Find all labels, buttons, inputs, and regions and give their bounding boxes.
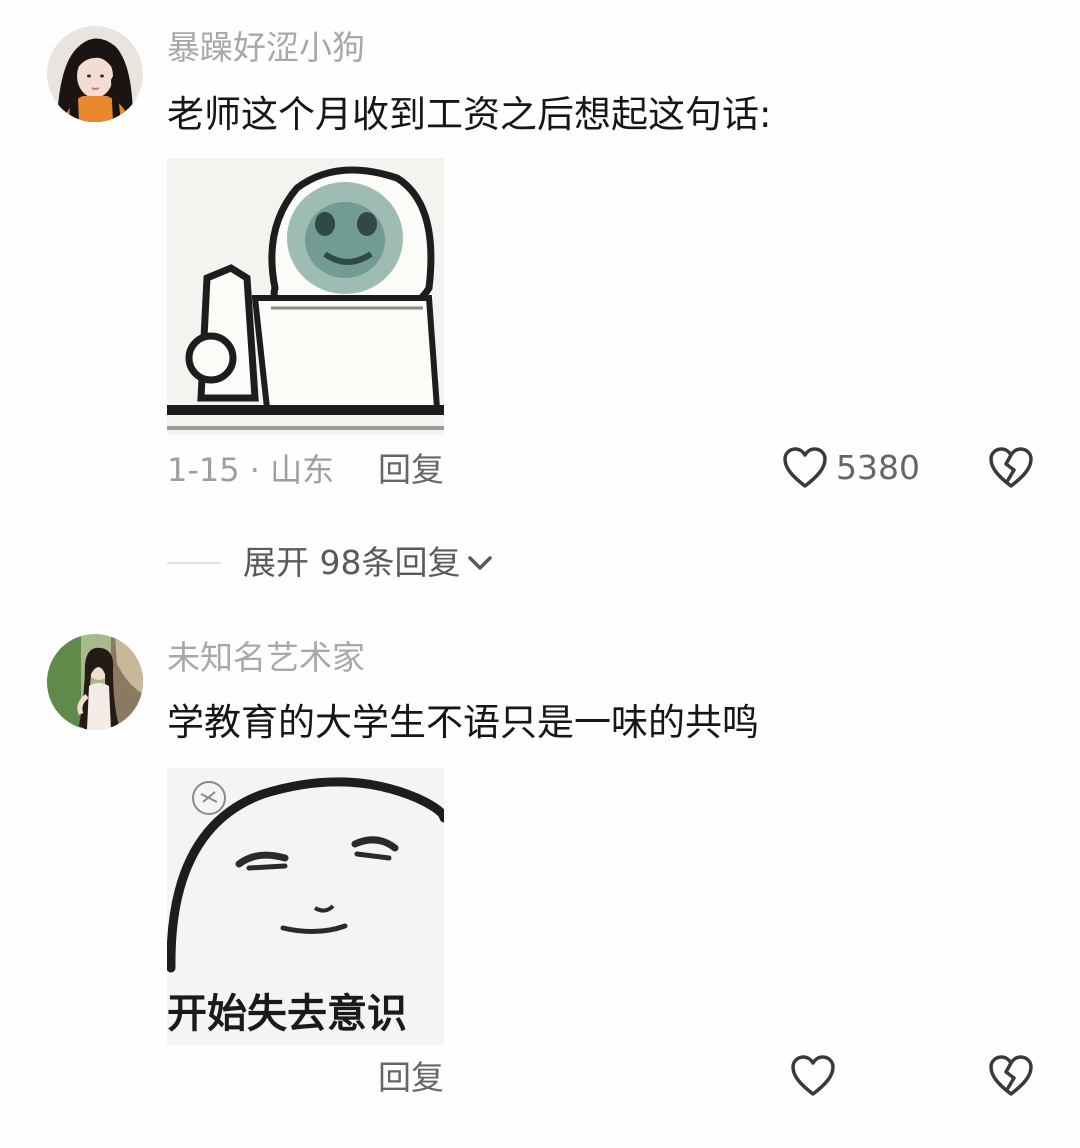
avatar-image — [47, 634, 143, 730]
dislike-button[interactable] — [988, 1054, 1034, 1102]
sticker-caption: 开始失去意识 — [167, 991, 407, 1037]
heart-outline-icon — [783, 447, 827, 488]
comment-item: 未知名艺术家 学教育的大学生不语只是一味的共鸣 开始失去意识 回复 — [0, 600, 1080, 1148]
expand-replies-label: 展开 98条回复 — [243, 543, 461, 582]
dislike-button[interactable] — [988, 446, 1034, 494]
like-button[interactable]: 5380 — [782, 446, 920, 490]
username[interactable]: 未知名艺术家 — [167, 638, 365, 678]
crying-meme-sticker[interactable] — [167, 158, 444, 435]
avatar-image — [47, 26, 143, 122]
chevron-down-icon — [468, 556, 493, 570]
sticker-image — [167, 158, 444, 435]
heart-outline-icon — [791, 1055, 835, 1096]
fainting-meme-sticker[interactable]: 开始失去意识 — [167, 768, 444, 1045]
comment-text: 老师这个月收到工资之后想起这句话: — [167, 93, 772, 136]
like-count: 5380 — [836, 448, 920, 487]
comment-text: 学教育的大学生不语只是一味的共鸣 — [167, 701, 759, 744]
comment-meta: 1-15 · 山东 — [167, 451, 335, 489]
broken-heart-icon — [989, 1055, 1033, 1096]
broken-heart-icon — [989, 447, 1033, 488]
divider — [167, 562, 221, 564]
username[interactable]: 暴躁好涩小狗 — [167, 28, 365, 68]
reply-button[interactable]: 回复 — [378, 450, 444, 490]
reply-button[interactable]: 回复 — [378, 1058, 444, 1098]
comment-item: 暴躁好涩小狗 老师这个月收到工资之后想起这句话: 1-15 · 山东 回复 53… — [0, 0, 1080, 582]
expand-replies-button[interactable]: 展开 98条回复 — [167, 540, 494, 586]
avatar[interactable] — [47, 26, 143, 122]
avatar[interactable] — [47, 634, 143, 730]
like-button[interactable] — [790, 1054, 836, 1098]
